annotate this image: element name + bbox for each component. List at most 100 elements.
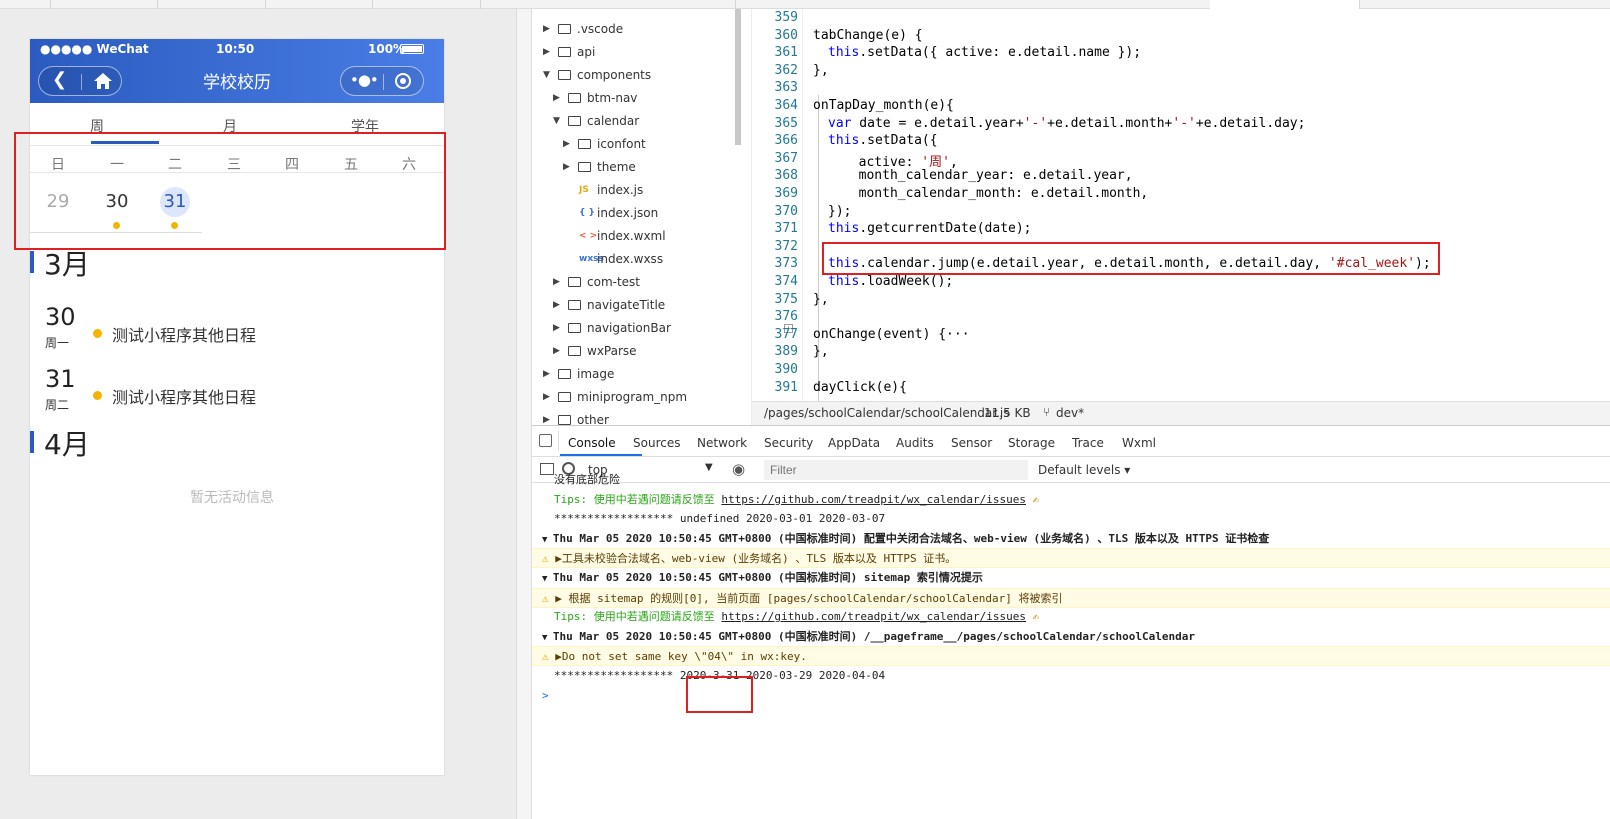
folder-icon [558, 24, 571, 34]
console-message: ⚠ ▶工具未校验合法域名、web-view (业务域名) 、TLS 版本以及 H… [532, 548, 1610, 569]
line-number: 370 [774, 203, 798, 219]
tree-item[interactable]: components [577, 64, 651, 86]
devtools-tab-console[interactable]: Console [568, 436, 616, 450]
folder-icon [568, 323, 581, 333]
tree-item[interactable]: image [577, 363, 614, 385]
devtools-tab-network[interactable]: Network [697, 436, 747, 450]
line-number: 362 [774, 62, 798, 78]
tree-scrollbar[interactable] [735, 9, 741, 145]
collapse-arrow-icon[interactable]: ▶ [543, 392, 550, 402]
top-tab-active[interactable] [1210, 0, 1360, 9]
code-line: active: '周', [843, 154, 958, 170]
devtools-tab-appdata[interactable]: AppData [828, 436, 880, 450]
nav-right-capsule: •●• [340, 66, 424, 96]
top-tab-2[interactable] [157, 0, 158, 9]
collapse-arrow-icon[interactable]: ▶ [563, 139, 570, 149]
tree-item[interactable]: index.json [597, 202, 658, 224]
line-number: 365 [774, 115, 798, 131]
more-icon[interactable]: •●• [350, 71, 379, 89]
panel-gutter [516, 9, 531, 819]
expand-arrow-icon[interactable]: ▼ [553, 116, 560, 126]
tree-item[interactable]: index.wxss [597, 248, 663, 270]
tree-item[interactable]: api [577, 41, 595, 63]
collapse-arrow-icon[interactable]: ▶ [553, 93, 560, 103]
tree-item[interactable]: .vscode [577, 18, 623, 40]
folder-icon [558, 392, 571, 402]
collapse-arrow-icon[interactable]: ▶ [553, 277, 560, 287]
collapse-arrow-icon[interactable]: ▶ [553, 300, 560, 310]
top-tab-6[interactable] [735, 0, 736, 9]
git-branch[interactable]: dev* [1056, 406, 1084, 420]
code-line: var date = e.detail.year+'-'+e.detail.mo… [828, 115, 1306, 131]
top-tab-1[interactable] [50, 0, 51, 9]
month-heading-april: 4月 [44, 428, 90, 461]
console-link[interactable]: https://github.com/treadpit/wx_calendar/… [721, 610, 1026, 623]
collapse-arrow-icon[interactable]: ▶ [553, 346, 560, 356]
empty-state-text: 暂无活动信息 [190, 490, 274, 506]
console-message[interactable]: ▼ Thu Mar 05 2020 10:50:45 GMT+0800 (中国标… [532, 627, 1610, 647]
wechat-navbar: ●●●●● WeChat 10:50 100% ❮ 学校校历 •●• [30, 39, 444, 103]
event-day: 30 [45, 303, 76, 331]
folder-icon [558, 47, 571, 57]
status-time: 10:50 [216, 42, 255, 56]
collapse-arrow-icon[interactable]: ▶ [543, 24, 550, 34]
tree-item[interactable]: calendar [587, 110, 639, 132]
top-tab-4[interactable] [372, 0, 373, 9]
month-marker [30, 431, 34, 453]
expand-arrow-icon[interactable]: ▼ [542, 574, 553, 584]
folder-icon [568, 93, 581, 103]
tree-item[interactable]: theme [597, 156, 636, 178]
devtools-tab-security[interactable]: Security [764, 436, 813, 450]
tree-item[interactable]: index.wxml [597, 225, 666, 247]
console-message: ⚠ ▶Do not set same key \"04\" in wx:key. [532, 646, 1610, 667]
inspect-icon[interactable] [539, 434, 552, 447]
tree-item[interactable]: navigateTitle [587, 294, 665, 316]
code-line: this.getcurrentDate(date); [828, 221, 1032, 237]
devtools-tab-sources[interactable]: Sources [633, 436, 680, 450]
event-title[interactable]: 测试小程序其他日程 [112, 322, 256, 346]
git-branch-icon: ⑂ [1043, 405, 1051, 419]
devtools-tab-storage[interactable]: Storage [1008, 436, 1055, 450]
event-title[interactable]: 测试小程序其他日程 [112, 384, 256, 408]
tree-item[interactable]: btm-nav [587, 87, 637, 109]
code-line: this.loadWeek(); [828, 274, 954, 289]
event-dot [93, 329, 102, 338]
tree-item[interactable]: iconfont [597, 133, 646, 155]
warning-icon: ⚠ [542, 591, 556, 605]
tree-item[interactable]: wxParse [587, 340, 637, 362]
event-dot [93, 391, 102, 400]
top-tab-5[interactable] [480, 0, 481, 9]
console-link[interactable]: https://github.com/treadpit/wx_calendar/… [721, 493, 1026, 506]
collapse-arrow-icon[interactable]: ▶ [553, 323, 560, 333]
console-message[interactable]: ▼ Thu Mar 05 2020 10:50:45 GMT+0800 (中国标… [532, 568, 1610, 588]
expand-arrow-icon[interactable]: ▼ [542, 535, 553, 545]
line-number: 361 [774, 45, 798, 61]
collapse-arrow-icon[interactable]: ▶ [543, 369, 550, 379]
tree-item[interactable]: navigationBar [587, 317, 671, 339]
top-tab-3[interactable] [265, 0, 266, 9]
collapse-arrow-icon[interactable]: ▶ [543, 415, 550, 425]
highlight-box-code [822, 242, 1440, 275]
console-message[interactable]: ▼ Thu Mar 05 2020 10:50:45 GMT+0800 (中国标… [532, 529, 1610, 549]
line-number: 390 [774, 362, 798, 377]
collapse-arrow-icon[interactable]: ▶ [543, 47, 550, 57]
devtools-tab-audits[interactable]: Audits [896, 436, 934, 450]
expand-arrow-icon[interactable]: ▼ [543, 70, 550, 80]
code-editor[interactable]: + 359 360 361 362 363 364 365 366 367 368 369 370 37… [752, 9, 1610, 401]
devtools-tab-sensor[interactable]: Sensor [951, 436, 992, 450]
folder-icon [568, 300, 581, 310]
code-line: }, [813, 62, 829, 78]
expand-arrow-icon[interactable]: ▼ [542, 633, 553, 643]
tree-item[interactable]: miniprogram_npm [577, 386, 687, 408]
console-message: Tips: 使用中若遇问题请反馈至 https://github.com/tre… [554, 492, 1040, 506]
tree-item[interactable]: com-test [587, 271, 640, 293]
folder-icon [578, 139, 591, 149]
close-miniprogram-icon[interactable] [395, 73, 411, 89]
collapse-arrow-icon[interactable]: ▶ [563, 162, 570, 172]
tree-item[interactable]: index.js [597, 179, 643, 201]
devtools-tab-wxml[interactable]: Wxml [1122, 436, 1156, 450]
line-number: 376 [774, 309, 798, 325]
code-line: }, [813, 344, 829, 360]
divider [558, 431, 559, 451]
devtools-tab-trace[interactable]: Trace [1072, 436, 1104, 450]
